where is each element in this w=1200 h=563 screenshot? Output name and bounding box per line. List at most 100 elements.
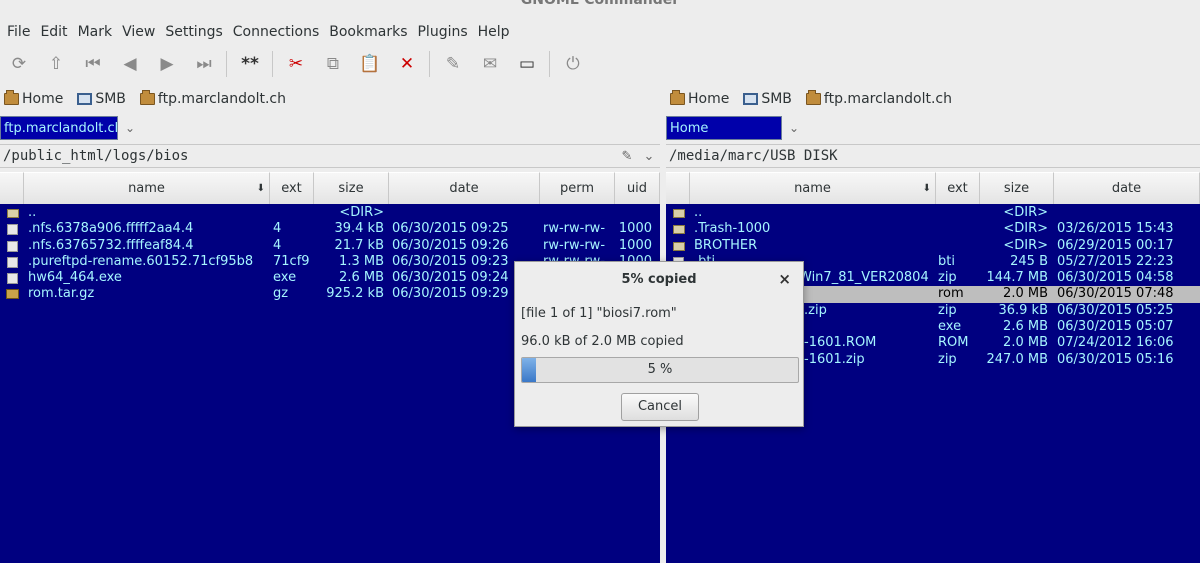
menu-file[interactable]: File: [2, 22, 35, 44]
toolbar: ⟳ ⇧ ⏮ ◀ ▶ ⏭ ** ✂ ⧉ 📋 ✕ ✎ ✉ ▭ ⏻: [4, 48, 595, 80]
left-connection-selector[interactable]: ftp.marclandolt.ch ⌄: [0, 116, 142, 140]
file-size: 2.6 MB: [1003, 319, 1048, 335]
cancel-button[interactable]: Cancel: [621, 393, 699, 421]
last-icon[interactable]: ⏭: [189, 49, 219, 79]
toolbar-separator: [549, 51, 550, 77]
mail-icon[interactable]: ✉: [475, 49, 505, 79]
file-ext: bti: [938, 253, 955, 269]
cut-icon[interactable]: ✂: [281, 49, 311, 79]
menu-mark[interactable]: Mark: [73, 22, 118, 44]
column-header-ext-label: ext: [947, 181, 968, 196]
paste-icon[interactable]: 📋: [355, 49, 385, 79]
column-header-uid[interactable]: uid: [615, 172, 660, 204]
file-size: 144.7 MB: [986, 270, 1048, 286]
refresh-icon[interactable]: ⟳: [4, 49, 34, 79]
file-row[interactable]: .. <DIR>: [0, 205, 660, 221]
folder-icon: [7, 209, 19, 218]
file-icon: [7, 224, 18, 236]
file-perm: rw-rw-rw-: [543, 221, 606, 237]
toolbar-separator: [272, 51, 273, 77]
file-date: 07/24/2012 16:06: [1057, 335, 1174, 351]
file-date: 06/30/2015 09:23: [392, 253, 509, 269]
file-ext: zip: [938, 351, 957, 367]
file-date: 05/27/2015 22:23: [1057, 253, 1174, 269]
right-bookmark-smb[interactable]: SMB: [743, 91, 792, 107]
menu-settings[interactable]: Settings: [160, 22, 227, 44]
left-bookmark-ftp-label: ftp.marclandolt.ch: [157, 91, 286, 107]
terminal-icon[interactable]: ▭: [512, 49, 542, 79]
file-size: 2.6 MB: [339, 270, 384, 286]
left-bookmark-ftp[interactable]: ftp.marclandolt.ch: [139, 90, 286, 107]
menu-edit[interactable]: Edit: [35, 22, 72, 44]
folder-icon: [673, 225, 685, 235]
left-bookmark-home[interactable]: Home: [4, 90, 63, 107]
forward-icon[interactable]: ▶: [152, 49, 182, 79]
left-path[interactable]: /public_html/logs/bios: [0, 148, 616, 164]
chevron-down-icon[interactable]: ⌄: [782, 121, 806, 135]
column-header-date[interactable]: date: [389, 172, 540, 204]
network-icon: [743, 93, 759, 105]
file-uid: 1000: [618, 221, 652, 237]
edit-icon[interactable]: ✎: [438, 49, 468, 79]
file-name: ..: [694, 205, 703, 220]
left-bookmark-smb-label: SMB: [95, 91, 126, 107]
column-header-ext[interactable]: ext: [936, 172, 980, 204]
menu-plugins[interactable]: Plugins: [412, 22, 472, 44]
right-connection-value[interactable]: Home: [666, 116, 782, 140]
right-bookmark-home[interactable]: Home: [670, 90, 729, 107]
column-header-size[interactable]: size: [314, 172, 389, 204]
right-device-bar: Home SMB ftp.marclandolt.ch: [670, 89, 952, 109]
delete-icon[interactable]: ✕: [392, 49, 422, 79]
edit-path-icon[interactable]: ✎: [616, 149, 638, 164]
file-name: ..: [28, 205, 37, 220]
window-titlebar: GNOME Commander: [0, 0, 1200, 14]
back-icon[interactable]: ◀: [115, 49, 145, 79]
right-connection-selector[interactable]: Home ⌄: [666, 116, 806, 140]
file-ext: zip: [938, 270, 957, 286]
file-date: 06/30/2015 09:25: [392, 221, 509, 237]
file-name: -1601.zip: [804, 351, 865, 367]
column-header-name[interactable]: name ⬇: [24, 172, 270, 204]
file-date: 03/26/2015 15:43: [1057, 221, 1174, 237]
home-folder-icon: [4, 90, 19, 105]
file-size: 36.9 kB: [998, 302, 1048, 318]
left-connection-value[interactable]: ftp.marclandolt.ch: [0, 116, 118, 140]
file-name: .pureftpd-rename.60152.71cf95b8: [28, 253, 254, 269]
file-row[interactable]: .. <DIR>: [666, 205, 1200, 221]
file-name: BROTHER: [694, 237, 758, 253]
menu-bookmarks[interactable]: Bookmarks: [324, 22, 412, 44]
column-header-name[interactable]: name ⬇: [690, 172, 936, 204]
menu-view[interactable]: View: [117, 22, 160, 44]
file-ext: 4: [273, 221, 282, 237]
close-icon[interactable]: ×: [778, 270, 791, 288]
file-size: 2.0 MB: [1003, 286, 1048, 302]
file-row[interactable]: BROTHER <DIR> 06/29/2015 00:17: [666, 238, 1200, 254]
column-header-ext[interactable]: ext: [270, 172, 314, 204]
first-icon[interactable]: ⏮: [78, 49, 108, 79]
file-date: 06/30/2015 09:29: [392, 286, 509, 302]
file-uid: 1000: [618, 237, 652, 253]
file-size: 2.0 MB: [1003, 335, 1048, 351]
file-row[interactable]: .nfs.6378a906.fffff2aa4.4 4 39.4 kB 06/30/2…: [0, 221, 660, 237]
file-icon: [7, 240, 18, 252]
file-row[interactable]: .Trash-1000 <DIR> 03/26/2015 15:43: [666, 221, 1200, 237]
file-name: hw64_464.exe: [28, 270, 122, 286]
right-path[interactable]: /media/marc/USB DISK: [666, 148, 1200, 164]
file-row[interactable]: .nfs.63765732.ffffeaf84.4 4 21.7 kB 06/30/2…: [0, 238, 660, 254]
column-header-date[interactable]: date: [1054, 172, 1200, 204]
up-directory-icon[interactable]: ⇧: [41, 49, 71, 79]
chevron-down-icon[interactable]: ⌄: [118, 121, 142, 135]
copy-file-info: [file 1 of 1] "biosi7.rom": [521, 306, 677, 321]
column-header-perm[interactable]: perm: [540, 172, 615, 204]
column-header-size[interactable]: size: [980, 172, 1054, 204]
remote-connect-icon[interactable]: ⏻: [558, 49, 588, 79]
left-column-headers: name ⬇ ext size date perm uid: [0, 172, 660, 204]
copy-icon[interactable]: ⧉: [318, 49, 348, 79]
right-bookmark-ftp[interactable]: ftp.marclandolt.ch: [805, 90, 952, 107]
menu-help[interactable]: Help: [473, 22, 515, 44]
mark-all-icon[interactable]: **: [235, 49, 265, 79]
menu-connections[interactable]: Connections: [228, 22, 325, 44]
chevron-down-icon[interactable]: ⌄: [638, 149, 660, 164]
file-size: <DIR>: [1003, 237, 1048, 253]
left-bookmark-smb[interactable]: SMB: [77, 91, 126, 107]
